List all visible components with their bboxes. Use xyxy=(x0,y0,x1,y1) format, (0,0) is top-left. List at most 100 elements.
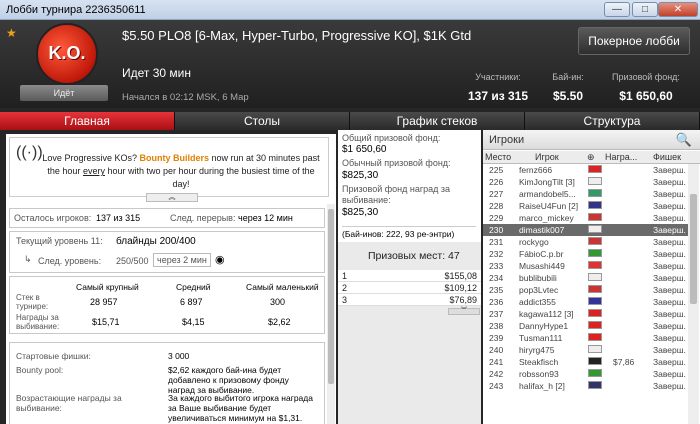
col-bounty[interactable]: Награ... xyxy=(605,152,637,162)
player-row[interactable]: 225 fernz666 Заверш. xyxy=(483,164,688,176)
promo-text: Love Progressive KOs? Bounty Builders no… xyxy=(38,152,324,191)
player-row[interactable]: 239 Tusman111 Заверш. xyxy=(483,332,688,344)
country-flag-icon xyxy=(588,285,602,293)
player-row[interactable]: 231 rockygo Заверш. xyxy=(483,236,688,248)
poker-lobby-button[interactable]: Покерное лобби xyxy=(578,27,690,55)
tab-bar: Главная Столы График стеков Структура xyxy=(0,112,700,130)
player-row[interactable]: 243 halifax_h [2] Заверш. xyxy=(483,380,688,392)
players-scroll-thumb[interactable] xyxy=(690,194,697,304)
col-chips[interactable]: Фишек xyxy=(653,152,681,162)
player-row[interactable]: 227 armandobel5... Заверш. xyxy=(483,188,688,200)
tab-structure[interactable]: Структура xyxy=(525,112,700,130)
player-status: Заверш. xyxy=(653,273,686,283)
player-status: Заверш. xyxy=(653,369,686,379)
tab-stack-chart[interactable]: График стеков xyxy=(350,112,525,130)
player-status: Заверш. xyxy=(653,237,686,247)
col-place[interactable]: Место xyxy=(485,152,511,162)
left-scroll-thumb[interactable] xyxy=(328,209,334,384)
player-place: 235 xyxy=(489,285,504,295)
bounty-prize-label: Призовой фонд наград за выбивание: xyxy=(342,184,451,205)
tab-main[interactable]: Главная xyxy=(0,112,175,130)
players-scrollbar[interactable] xyxy=(688,164,699,424)
country-flag-icon xyxy=(588,237,602,245)
country-flag-icon xyxy=(588,333,602,341)
player-row[interactable]: 228 RaiseU4Fun [2] Заверш. xyxy=(483,200,688,212)
tab-tables[interactable]: Столы xyxy=(175,112,350,130)
buyins-info: (Бай-инов: 222, 93 ре-энтри) xyxy=(342,226,476,239)
player-row[interactable]: 240 hiryrg475 Заверш. xyxy=(483,344,688,356)
player-name: dimastik007 xyxy=(519,225,565,235)
tournament-header: ★ K.O. Идёт $5.50 PLO8 [6-Max, Hyper-Tur… xyxy=(0,20,700,108)
player-place: 227 xyxy=(489,189,504,199)
star-icon[interactable]: ★ xyxy=(6,26,17,40)
player-name: armandobel5... xyxy=(519,189,576,199)
rules-box: Стартовые фишки: 3 000 Bounty pool: $2,6… xyxy=(9,342,325,424)
country-flag-icon xyxy=(588,261,602,269)
prize-row: 3 $76,89 xyxy=(338,294,481,306)
bounty-pool-value: $2,62 каждого бай-ина будет добавлено к … xyxy=(168,365,289,395)
maximize-button[interactable]: □ xyxy=(632,2,658,17)
player-name: halifax_h [2] xyxy=(519,381,565,391)
country-flag-icon xyxy=(588,297,602,305)
player-place: 243 xyxy=(489,381,504,391)
player-place: 229 xyxy=(489,213,504,223)
progressive-ko-value: За каждого выбитого игрока награда за Ва… xyxy=(168,393,313,423)
player-name: rockygo xyxy=(519,237,549,247)
regular-prize-value: $825,30 xyxy=(342,170,379,181)
player-row[interactable]: 242 robsson93 Заверш. xyxy=(483,368,688,380)
stack-header-smallest: Самый маленький xyxy=(246,282,319,292)
country-flag-icon xyxy=(588,225,602,233)
prize-amount: $76,89 xyxy=(449,295,477,305)
player-place: 234 xyxy=(489,273,504,283)
player-row[interactable]: 238 DannyHype1 Заверш. xyxy=(483,320,688,332)
player-status: Заверш. xyxy=(653,225,686,235)
status-badge: Идёт xyxy=(20,85,108,101)
player-status: Заверш. xyxy=(653,345,686,355)
search-icon[interactable]: 🔍 xyxy=(676,132,692,148)
player-row[interactable]: 232 FábioC.p.br Заверш. xyxy=(483,248,688,260)
prize-pool-label: Призовой фонд: xyxy=(612,72,680,82)
player-status: Заверш. xyxy=(653,321,686,331)
minimize-button[interactable]: — xyxy=(604,2,630,17)
player-row[interactable]: 226 KimJongTilt [3] Заверш. xyxy=(483,176,688,188)
player-name: KimJongTilt [3] xyxy=(519,177,575,187)
entrants-label: Участники: xyxy=(475,72,521,82)
player-place: 228 xyxy=(489,201,504,211)
promo-link[interactable]: Bounty Builders xyxy=(139,153,209,163)
country-flag-icon xyxy=(588,369,602,377)
stack-average: 6 897 xyxy=(180,297,203,307)
level-label: Текущий уровень 11: xyxy=(16,236,103,246)
player-row[interactable]: 235 pop3Lvtec Заверш. xyxy=(483,284,688,296)
country-flag-icon xyxy=(588,165,602,173)
break-value: через 12 мин xyxy=(238,213,293,223)
bounty-average: $4,15 xyxy=(182,317,205,327)
expand-prizes-button[interactable]: ︾ xyxy=(448,308,480,315)
player-name: hiryrg475 xyxy=(519,345,555,355)
paid-places: Призовых мест: 47 xyxy=(368,250,460,262)
player-status: Заверш. xyxy=(653,381,686,391)
player-row[interactable]: 237 kagawa112 [3] Заверш. xyxy=(483,308,688,320)
left-scrollbar[interactable] xyxy=(327,204,335,424)
close-button[interactable]: ✕ xyxy=(658,2,698,17)
col-player[interactable]: Игрок xyxy=(535,152,559,162)
entrants-value: 137 из 315 xyxy=(467,89,529,103)
prize-amount: $155,08 xyxy=(444,271,477,281)
player-row[interactable]: 236 addict355 Заверш. xyxy=(483,296,688,308)
player-row[interactable]: 229 marco_mickey Заверш. xyxy=(483,212,688,224)
player-row[interactable]: 233 Musashi449 Заверш. xyxy=(483,260,688,272)
player-place: 238 xyxy=(489,321,504,331)
player-row[interactable]: 241 Steakfisch $7,86 Заверш. xyxy=(483,356,688,368)
country-flag-icon xyxy=(588,381,602,389)
total-prize-value: $1 650,60 xyxy=(342,144,387,155)
player-row[interactable]: 230 dimastik007 Заверш. xyxy=(483,224,688,236)
player-name: marco_mickey xyxy=(519,213,574,223)
country-flag-icon xyxy=(588,249,602,257)
player-name: RaiseU4Fun [2] xyxy=(519,201,579,211)
collapse-banner-button[interactable]: ︽ xyxy=(146,193,198,202)
player-row[interactable]: 234 bublibubili Заверш. xyxy=(483,272,688,284)
players-panel: Игроки 🔍 Место Игрок ⊕ Награ... Фишек 22… xyxy=(483,130,700,424)
players-header: Игроки 🔍 xyxy=(483,130,700,150)
player-status: Заверш. xyxy=(653,201,686,211)
start-chips-label: Стартовые фишки: xyxy=(16,351,91,361)
globe-icon[interactable]: ⊕ xyxy=(587,152,595,163)
